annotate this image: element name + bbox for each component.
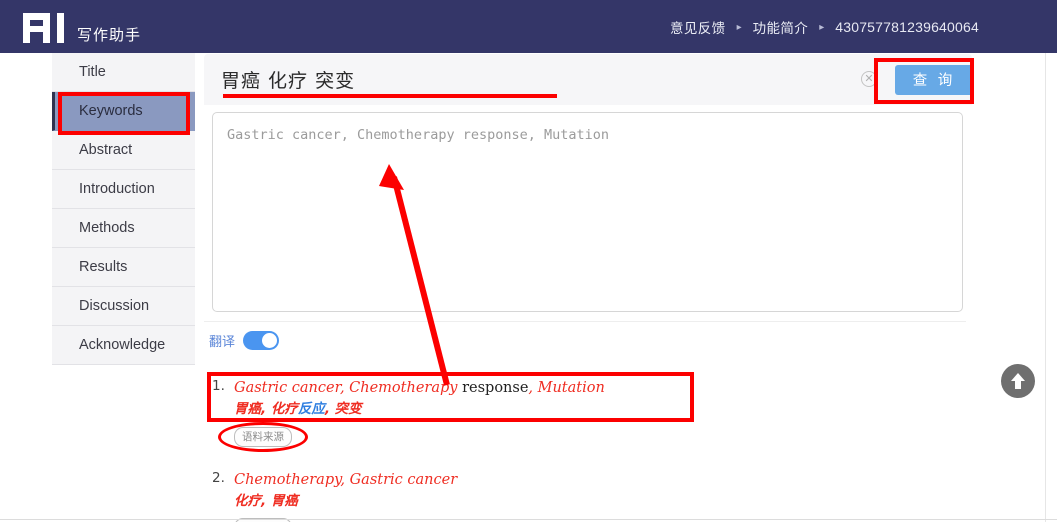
result-zh-term-3: , 突变 [324,401,362,418]
arrow-up-icon [1011,373,1025,389]
toggle-knob [262,333,278,348]
sidebar-item-methods[interactable]: Methods [52,209,195,248]
query-button[interactable]: 查 询 [895,65,973,95]
section-divider [204,321,966,322]
sidebar-item-keywords[interactable]: Keywords [52,92,195,131]
result-zh-term: 胃癌 [234,401,261,418]
result-zh-term-b: 化疗 [234,492,261,509]
nav-separator-icon: ▸ [736,22,742,33]
sidebar-item-results[interactable]: Results [52,248,195,287]
sidebar-item-abstract[interactable]: Abstract [52,131,195,170]
translate-toggle-row: 翻译 [209,331,280,350]
back-to-top-button[interactable] [1001,364,1035,398]
result-zh-comma-b: , [261,492,271,509]
source-tag[interactable]: 语料来源 [234,426,292,447]
result-term-3: Mutation [537,380,605,396]
sidebar-item-discussion[interactable]: Discussion [52,287,195,326]
result-zh-text-2: 化疗, 胃癌 [234,491,968,513]
result-zh-term-b2: 胃癌 [270,492,298,509]
search-bar: ✕ 查 询 [204,54,973,105]
result-term-2: Chemotherapy [349,380,458,396]
nav-separator-icon-2: ▸ [819,22,825,33]
search-input[interactable] [204,59,821,100]
result-plain: response [457,380,529,396]
result-comma-b: , [340,471,350,488]
bottom-edge-rule [0,519,1057,520]
result-comma: , [339,380,350,396]
result-zh-term-2: , 化疗 [261,401,298,418]
body-wrapper: Title Keywords Abstract Introduction Met… [0,53,1057,522]
sidebar-item-title[interactable]: Title [52,53,195,92]
result-term: Gastric cancer [234,380,340,396]
result-zh-alt: 反应 [297,401,325,418]
brand-title: 写作助手 [77,26,142,44]
keywords-editor[interactable] [212,112,963,312]
sidebar: Title Keywords Abstract Introduction Met… [52,53,195,365]
sidebar-item-acknowledge[interactable]: Acknowledge [52,326,195,365]
result-term-b: Chemotherapy [234,471,341,488]
result-term-b2: Gastric cancer [349,471,458,488]
app-root: 写作助手 意见反馈 ▸ 功能简介 ▸ 430757781239640064 Ti… [0,0,1057,522]
result-item-1[interactable]: 1. Gastric cancer, Chemotherapy response… [208,378,968,447]
result-comma-2: , [528,380,538,396]
translate-label: 翻译 [209,335,236,350]
brand-logo[interactable]: 写作助手 [22,0,141,53]
result-item-2[interactable]: 2. Chemotherapy, Gastric cancer 化疗, 胃癌 语… [208,470,968,522]
result-en-text: Gastric cancer, Chemotherapy response, M… [234,378,968,399]
result-zh-text: 胃癌, 化疗反应, 突变 [234,399,968,421]
translate-toggle[interactable] [243,331,280,350]
user-id[interactable]: 430757781239640064 [835,19,979,35]
result-en-text-2: Chemotherapy, Gastric cancer [234,470,968,491]
nav-feedback[interactable]: 意见反馈 [670,17,726,37]
nav-features[interactable]: 功能简介 [753,17,809,37]
ai-logo-icon [22,11,74,45]
right-edge-rule [1045,53,1046,522]
header-nav: 意见反馈 ▸ 功能简介 ▸ 430757781239640064 [670,17,979,37]
main-panel: ✕ 查 询 翻译 1. Gastric cancer, Chemotherapy… [195,53,1040,522]
result-index-2: 2. [212,469,225,486]
results-list: 1. Gastric cancer, Chemotherapy response… [208,378,968,522]
result-index: 1. [212,378,225,394]
clear-icon[interactable]: ✕ [861,71,877,87]
sidebar-item-introduction[interactable]: Introduction [52,170,195,209]
app-header: 写作助手 意见反馈 ▸ 功能简介 ▸ 430757781239640064 [0,0,1057,53]
